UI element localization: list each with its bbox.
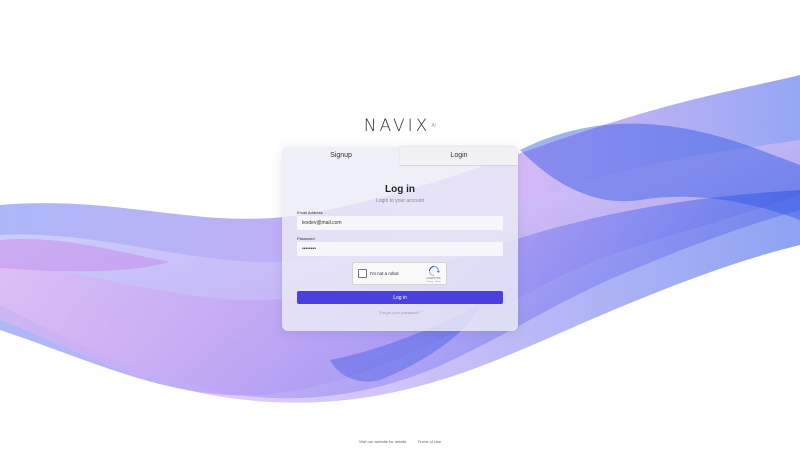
form-title: Log in <box>385 184 415 195</box>
auth-tabs: Signup Login <box>282 147 518 166</box>
email-label: Email Address <box>297 210 323 215</box>
brand-name: NAVIX <box>363 116 431 136</box>
forgot-password-link[interactable]: Forgot your password? <box>282 310 518 315</box>
brand-logo: NAVIXAI <box>0 116 800 136</box>
login-card: Signup Login Log in Login to your accoun… <box>282 147 518 331</box>
tab-login[interactable]: Login <box>400 147 518 166</box>
footer: Visit our website for details Terms of U… <box>0 439 800 444</box>
tab-signup[interactable]: Signup <box>282 147 400 165</box>
recaptcha-label: I'm not a robot <box>370 271 399 276</box>
recaptcha-widget: I'm not a robot reCAPTCHA Privacy - Term… <box>352 262 447 285</box>
login-button[interactable]: Log in <box>297 291 503 304</box>
form-subtitle: Login to your account <box>376 198 424 204</box>
password-field[interactable] <box>297 242 503 256</box>
email-field[interactable] <box>297 216 503 230</box>
recaptcha-logo-icon <box>429 266 440 276</box>
password-label: Password <box>297 236 315 241</box>
recaptcha-checkbox[interactable] <box>358 269 367 278</box>
website-link[interactable]: Visit our website for details <box>359 439 407 444</box>
brand-suffix: AI <box>431 123 437 129</box>
recaptcha-terms[interactable]: Privacy - Terms <box>420 281 447 283</box>
terms-link[interactable]: Terms of Use <box>418 439 442 444</box>
recaptcha-brand: reCAPTCHA <box>426 277 441 280</box>
